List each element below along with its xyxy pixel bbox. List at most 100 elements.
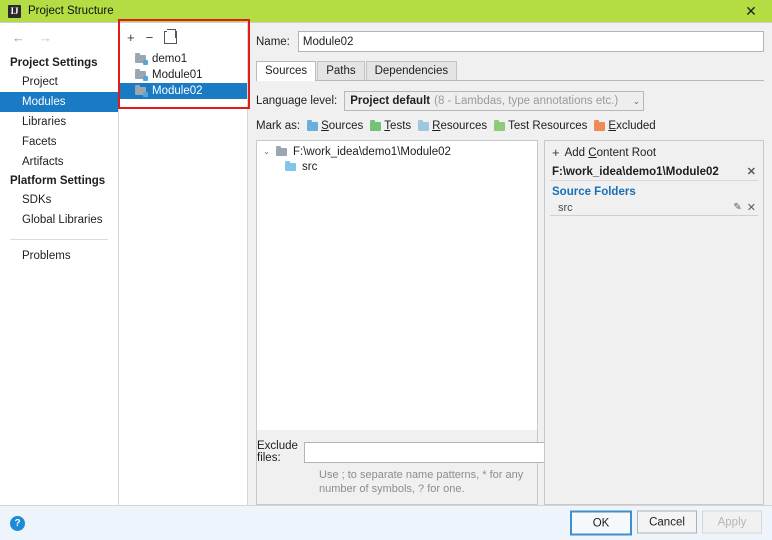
module-name-row: Name: [256,31,764,52]
source-folder-icon [285,160,297,172]
content-split: ⌄ F:\work_idea\demo1\Module02 src Exclud… [256,140,764,505]
language-level-select[interactable]: Project default (8 - Lambdas, type annot… [344,91,645,111]
module-folder-icon [135,85,148,97]
exclude-files-input[interactable] [303,441,562,463]
tab-dependencies[interactable]: Dependencies [365,61,458,80]
modules-list: demo1 Module01 Module02 [119,49,247,505]
app-icon: IJ [8,4,21,18]
mark-as-label: Mark as: [256,120,301,132]
modules-list-panel: + − demo1 Module01 Module02 [119,23,248,505]
dialog-body: ← → Project Settings Project Modules Lib… [0,22,772,505]
mark-as-row: Mark as: Sources Tests Resources Test Re… [256,119,764,132]
modules-toolbar: + − [119,23,247,49]
mark-as-tests-label: Tests [384,120,412,132]
project-structure-dialog: IJ Project Structure ✕ ← → Project Setti… [0,0,772,540]
module-folder-icon [135,69,148,81]
module-folder-icon [135,53,148,65]
sources-folder-icon [307,119,319,131]
help-icon[interactable]: ? [10,515,25,531]
content-root-path: F:\work_idea\demo1\Module02 [552,165,719,178]
content-root-panel: + Add Content Root F:\work_idea\demo1\Mo… [544,140,764,505]
module-item-label: demo1 [152,53,188,65]
mark-as-sources-label: Sources [321,120,364,132]
module-name-label: Name: [256,35,290,48]
sidebar-item-artifacts[interactable]: Artifacts [0,152,118,172]
language-level-row: Language level: Project default (8 - Lam… [256,91,764,111]
cancel-button[interactable]: Cancel [637,510,697,534]
mark-as-excluded[interactable]: Excluded [594,119,656,132]
add-content-root-button[interactable]: + Add Content Root [550,145,758,164]
resources-folder-icon [418,119,430,131]
sidebar-item-libraries[interactable]: Libraries [0,112,118,132]
sidebar-item-modules[interactable]: Modules [0,92,118,112]
mark-as-tests[interactable]: Tests [370,119,412,132]
sidebar-group-platform-settings: Platform Settings [10,175,106,187]
source-folder-row[interactable]: src ✎ ✕ [550,201,758,216]
chevron-down-icon[interactable]: ⌄ [262,147,271,156]
exclude-files-hint: Use ; to separate name patterns, * for a… [319,469,524,495]
module-detail-pane: Name: Sources Paths Dependencies Languag… [248,23,772,505]
back-arrow-icon[interactable]: ← [12,31,25,44]
module-name-input[interactable] [297,31,764,52]
sidebar-item-project[interactable]: Project [0,72,118,92]
plus-icon: + [552,145,560,160]
title-bar: IJ Project Structure ✕ [0,0,772,22]
window-title: Project Structure [28,5,114,17]
tab-sources[interactable]: Sources [256,61,317,81]
test-resources-folder-icon [494,119,506,131]
sidebar-item-facets[interactable]: Facets [0,132,118,152]
apply-button: Apply [702,510,762,534]
tree-row-content-root[interactable]: ⌄ F:\work_idea\demo1\Module02 [257,144,537,159]
mark-as-sources[interactable]: Sources [307,119,364,132]
sidebar-item-sdks[interactable]: SDKs [0,190,118,210]
copy-module-icon[interactable] [164,28,178,44]
sidebar-group-project-settings: Project Settings [10,57,98,69]
content-tree-pane: ⌄ F:\work_idea\demo1\Module02 src Exclud… [256,140,562,505]
module-item-label: Module01 [152,69,203,81]
content-tree: ⌄ F:\work_idea\demo1\Module02 src [257,141,537,430]
source-folder-name: src [558,201,573,214]
exclude-files-section: Exclude files: Use ; to separate name pa… [257,430,562,504]
tab-paths[interactable]: Paths [317,61,365,80]
language-level-hint: (8 - Lambdas, type annotations etc.) [434,95,619,107]
ok-button[interactable]: OK [570,510,632,536]
tree-row-src[interactable]: src [257,159,537,174]
sidebar-item-global-libraries[interactable]: Global Libraries [0,210,118,230]
add-module-icon[interactable]: + [127,31,135,44]
mark-as-resources-label: Resources [432,120,488,132]
tree-row-label: F:\work_idea\demo1\Module02 [293,145,451,158]
mark-as-test-resources[interactable]: Test Resources [494,119,588,132]
dialog-buttons: OK Cancel Apply [570,510,762,536]
chevron-down-icon: ⌄ [632,95,641,106]
language-level-label: Language level: [256,95,338,107]
excluded-folder-icon [594,119,606,131]
forward-arrow-icon[interactable]: → [39,31,52,44]
remove-module-icon[interactable]: − [146,31,154,44]
remove-source-folder-icon[interactable]: ✕ [747,201,756,214]
sidebar-divider [10,239,108,240]
exclude-files-row: Exclude files: [257,440,562,464]
module-item-label: Module02 [152,85,203,97]
sidebar-item-problems[interactable]: Problems [0,246,118,266]
remove-content-root-icon[interactable]: ✕ [747,165,756,178]
module-tabs: Sources Paths Dependencies [256,61,764,81]
source-folders-title: Source Folders [552,186,636,198]
mark-as-test-resources-label: Test Resources [508,120,588,132]
content-root-path-row: F:\work_idea\demo1\Module02 ✕ [550,164,758,181]
add-content-root-label: Add Content Root [564,146,657,159]
mark-as-excluded-label: Excluded [608,120,656,132]
module-item-demo1[interactable]: demo1 [119,51,247,67]
navigation-arrows: ← → [0,27,118,54]
dialog-footer: ? OK Cancel Apply [0,505,772,540]
language-level-value: Project default [350,95,431,107]
module-item-module01[interactable]: Module01 [119,67,247,83]
tree-row-label: src [302,160,318,173]
settings-sidebar: ← → Project Settings Project Modules Lib… [0,23,119,505]
close-icon[interactable]: ✕ [730,0,772,22]
folder-icon [276,145,288,157]
module-item-module02[interactable]: Module02 [119,83,247,99]
edit-pencil-icon[interactable]: ✎ [733,202,741,213]
mark-as-resources[interactable]: Resources [418,119,488,132]
exclude-files-label: Exclude files: [257,440,298,464]
tests-folder-icon [370,119,382,131]
